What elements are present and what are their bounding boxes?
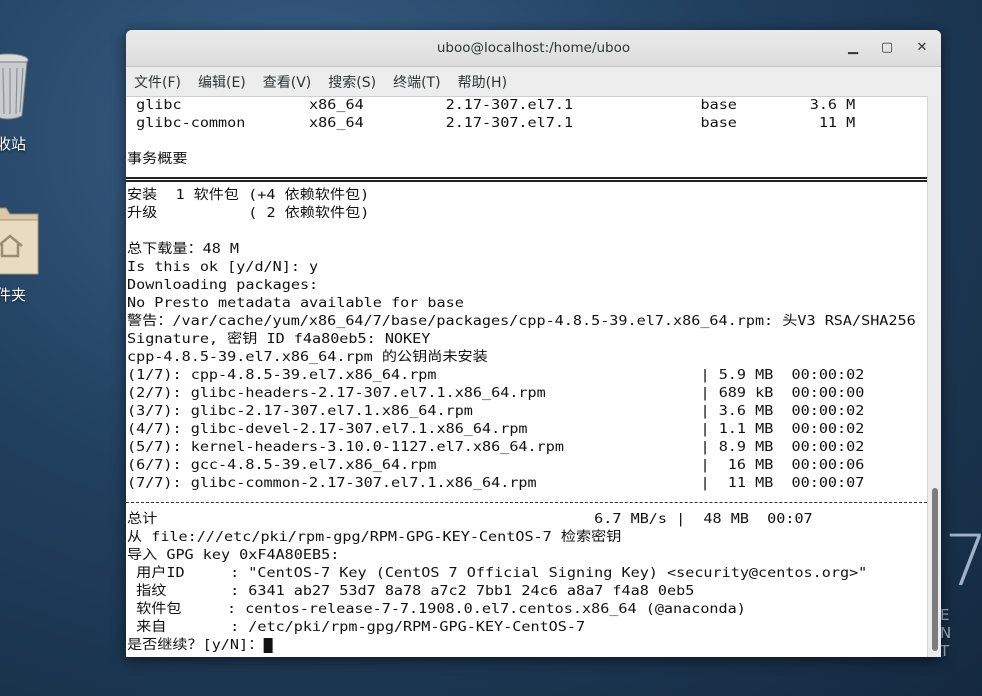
menu-terminal[interactable]: 终端(T) — [393, 72, 440, 92]
menu-bar: 文件(F) 编辑(E) 查看(V) 搜索(S) 终端(T) 帮助(H) — [126, 67, 941, 97]
terminal-line: (7/7): glibc-common-2.17-307.el7.1.x86_6… — [127, 475, 865, 491]
menu-search[interactable]: 搜索(S) — [328, 72, 376, 92]
terminal-line: 总下载量：48 M — [127, 241, 240, 257]
terminal-line: 安装 1 软件包 (+4 依赖软件包) — [127, 187, 370, 203]
terminal-line: (1/7): cpp-4.8.5-39.el7.x86_64.rpm | 5.9… — [127, 367, 865, 383]
terminal-line: 指纹 : 6341 ab27 53d7 8a78 a7c2 7bb1 24c6 … — [127, 583, 695, 599]
terminal-line: 事务概要 — [127, 151, 188, 167]
menu-file[interactable]: 文件(F) — [134, 72, 181, 92]
close-icon[interactable]: ✕ — [911, 37, 933, 59]
minimize-icon[interactable]: ▁ — [842, 37, 864, 59]
terminal-line: (5/7): kernel-headers-3.10.0-1127.el7.x8… — [127, 439, 865, 455]
terminal-line: 来自 : /etc/pki/rpm-gpg/RPM-GPG-KEY-CentOS… — [127, 619, 586, 635]
terminal-line: glibc-common x86_64 2.17-307.el7.1 base … — [127, 115, 856, 131]
terminal-line: 升级 ( 2 依赖软件包) — [127, 205, 370, 221]
terminal-line: glibc x86_64 2.17-307.el7.1 base 3.6 M — [127, 97, 856, 113]
terminal-line: cpp-4.8.5-39.el7.x86_64.rpm 的公钥尚未安装 — [127, 349, 488, 365]
double-separator — [126, 177, 927, 182]
terminal-line: (2/7): glibc-headers-2.17-307.el7.1.x86_… — [127, 385, 865, 401]
text-cursor — [263, 637, 273, 653]
prompt-line[interactable]: 是否继续？[y/N]： — [127, 636, 273, 654]
home-folder-icon[interactable] — [0, 204, 40, 276]
maximize-icon[interactable]: ▢ — [876, 37, 898, 59]
terminal-line: 总计 6.7 MB/s | 48 MB 00:07 — [127, 511, 813, 527]
terminal-line: 软件包 : centos-release-7-7.1908.0.el7.cent… — [127, 601, 746, 617]
terminal-window: uboo@localhost:/home/uboo ▁ ▢ ✕ 文件(F) 编辑… — [126, 30, 941, 657]
terminal-line: Downloading packages: — [127, 277, 319, 293]
home-folder-label[interactable]: 件夹 — [0, 284, 26, 305]
terminal-line: (3/7): glibc-2.17-307.el7.1.x86_64.rpm |… — [127, 403, 865, 419]
menu-view[interactable]: 查看(V) — [263, 72, 312, 92]
terminal-output[interactable]: glibc x86_64 2.17-307.el7.1 base 3.6 M g… — [126, 96, 927, 657]
trash-label[interactable]: 收站 — [0, 133, 26, 154]
window-title: uboo@localhost:/home/uboo — [436, 40, 631, 56]
terminal-line: 从 file:///etc/pki/rpm-gpg/RPM-GPG-KEY-Ce… — [127, 529, 622, 545]
dashed-separator — [126, 502, 927, 503]
terminal-line: 导入 GPG key 0xF4A80EB5: — [127, 547, 340, 563]
menu-edit[interactable]: 编辑(E) — [198, 72, 246, 92]
trash-icon[interactable] — [0, 50, 30, 124]
terminal-line: Signature, 密钥 ID f4a80eb5: NOKEY — [127, 331, 431, 347]
menu-help[interactable]: 帮助(H) — [458, 72, 507, 92]
terminal-line: 用户ID : "CentOS-7 Key (CentOS 7 Official … — [127, 565, 868, 581]
terminal-line: 警告：/var/cache/yum/x86_64/7/base/packages… — [127, 313, 916, 329]
terminal-line: (6/7): gcc-4.8.5-39.el7.x86_64.rpm | 16 … — [127, 457, 865, 473]
terminal-line: (4/7): glibc-devel-2.17-307.el7.1.x86_64… — [127, 421, 865, 437]
centos-logo-text: E N T — [940, 606, 958, 660]
scrollbar-thumb[interactable] — [932, 488, 938, 651]
centos-logo-mark: 7 — [944, 520, 982, 602]
scrollbar[interactable] — [927, 96, 941, 657]
terminal-line: No Presto metadata available for base — [127, 295, 464, 311]
title-bar[interactable]: uboo@localhost:/home/uboo ▁ ▢ ✕ — [126, 30, 941, 67]
terminal-line: Is this ok [y/d/N]: y — [127, 259, 319, 275]
prompt-text: 是否继续？[y/N]： — [127, 637, 264, 653]
